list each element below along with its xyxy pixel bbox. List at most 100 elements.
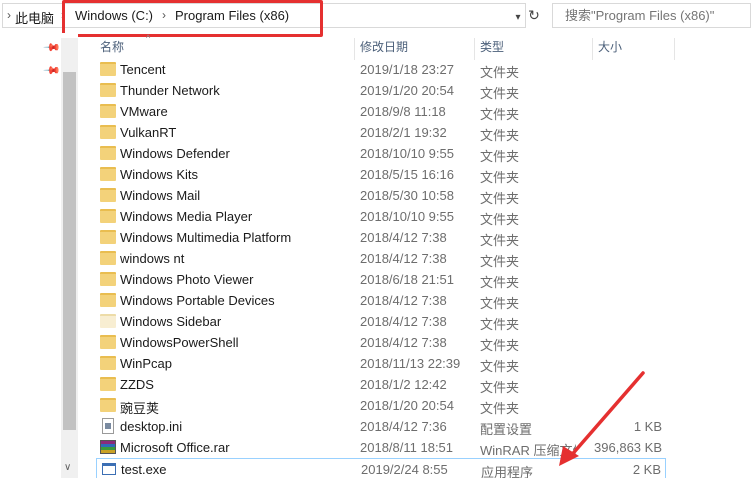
search-box[interactable] [552, 3, 751, 28]
file-name: Windows Mail [120, 188, 201, 203]
file-name: Windows Portable Devices [120, 293, 275, 308]
file-type: 文件夹 [480, 170, 520, 185]
file-row[interactable]: Windows Photo Viewer 2018/6/18 21:51 文件夹 [96, 269, 666, 290]
file-date: 2018/4/12 7:38 [360, 251, 447, 266]
column-header-size[interactable]: 大小 [598, 38, 622, 59]
file-row[interactable]: Windows Sidebar 2018/4/12 7:38 文件夹 [96, 311, 666, 332]
file-row[interactable]: Windows Defender 2018/10/10 9:55 文件夹 [96, 143, 666, 164]
file-type: 文件夹 [480, 233, 520, 248]
rar-archive-icon [100, 440, 116, 454]
file-name: Windows Kits [120, 167, 199, 182]
file-row[interactable]: WindowsPowerShell 2018/4/12 7:38 文件夹 [96, 332, 666, 353]
column-divider[interactable] [474, 38, 475, 60]
settings-file-icon [102, 418, 114, 434]
file-type: 文件夹 [480, 107, 520, 122]
pin-icon[interactable]: 📌 [42, 38, 61, 57]
file-date: 2018/5/15 16:16 [360, 167, 454, 182]
annotation-arrow-icon [559, 371, 645, 466]
file-name: Windows Sidebar [120, 314, 222, 329]
file-date: 2018/4/12 7:38 [360, 335, 447, 350]
folder-icon [100, 167, 116, 181]
file-name: desktop.ini [120, 419, 183, 434]
file-name: Windows Photo Viewer [120, 272, 254, 287]
file-name: ZZDS [120, 377, 154, 392]
column-divider[interactable] [674, 38, 675, 60]
file-row[interactable]: Tencent 2019/1/18 23:27 文件夹 [96, 59, 666, 80]
file-type: 文件夹 [480, 191, 520, 206]
column-header-name[interactable]: 名称 [100, 38, 124, 59]
column-header-type[interactable]: 类型 [480, 38, 504, 59]
file-row[interactable]: Windows Media Player 2018/10/10 9:55 文件夹 [96, 206, 666, 227]
file-date: 2018/4/12 7:36 [360, 419, 447, 434]
file-type: 文件夹 [480, 128, 520, 143]
file-type: 文件夹 [480, 275, 520, 290]
column-divider[interactable] [354, 38, 355, 60]
folder-icon [100, 251, 116, 265]
address-bar-row: › 此电脑 › Windows (C:) › Program Files (x8… [0, 0, 753, 37]
folder-icon [100, 398, 116, 412]
breadcrumb-separator: › [7, 8, 11, 22]
file-row[interactable]: Windows Mail 2018/5/30 10:58 文件夹 [96, 185, 666, 206]
file-type: 文件夹 [480, 317, 520, 332]
folder-icon [100, 104, 116, 118]
file-row[interactable]: Windows Kits 2018/5/15 16:16 文件夹 [96, 164, 666, 185]
refresh-icon[interactable]: ↻ [526, 5, 542, 25]
scrollbar-thumb[interactable] [63, 72, 76, 430]
file-name: Tencent [120, 62, 166, 77]
folder-icon [100, 209, 116, 223]
file-type: 文件夹 [480, 65, 520, 80]
folder-icon [100, 83, 116, 97]
file-date: 2018/5/30 10:58 [360, 188, 454, 203]
file-date: 2018/10/10 9:55 [360, 209, 454, 224]
file-date: 2018/10/10 9:55 [360, 146, 454, 161]
file-name: WindowsPowerShell [120, 335, 239, 350]
file-name: Windows Media Player [120, 209, 253, 224]
file-type: 文件夹 [480, 254, 520, 269]
file-row[interactable]: Windows Portable Devices 2018/4/12 7:38 文件… [96, 290, 666, 311]
file-date: 2018/4/12 7:38 [360, 230, 447, 245]
file-date: 2018/4/12 7:38 [360, 314, 447, 329]
file-date: 2018/2/1 19:32 [360, 125, 447, 140]
file-date: 2018/4/12 7:38 [360, 293, 447, 308]
scroll-down-icon[interactable]: ∨ [64, 462, 71, 473]
file-type: 文件夹 [480, 338, 520, 353]
file-row[interactable]: windows nt 2018/4/12 7:38 文件夹 [96, 248, 666, 269]
folder-icon [100, 146, 116, 160]
file-date: 2018/8/11 18:51 [360, 440, 454, 455]
folder-icon [100, 356, 116, 370]
file-name: Windows Defender [120, 146, 230, 161]
folder-icon [100, 188, 116, 202]
sort-caret-icon: ^ [146, 33, 151, 43]
folder-icon [100, 230, 116, 244]
file-type: 文件夹 [480, 212, 520, 227]
file-name: Thunder Network [120, 83, 220, 98]
file-row[interactable]: VMware 2018/9/8 11:18 文件夹 [96, 101, 666, 122]
file-date: 2018/1/20 20:54 [360, 398, 454, 413]
breadcrumb-this-pc[interactable]: 此电脑 [15, 8, 54, 27]
chevron-down-icon[interactable]: ▾ [511, 9, 525, 27]
file-date: 2018/1/2 12:42 [360, 377, 447, 392]
file-name: Windows Multimedia Platform [120, 230, 292, 245]
file-name: WinPcap [120, 356, 173, 371]
file-name: windows nt [120, 251, 185, 266]
file-date: 2018/6/18 21:51 [360, 272, 454, 287]
file-type: 文件夹 [480, 296, 520, 311]
file-name: 豌豆荚 [120, 401, 160, 416]
file-row[interactable]: Windows Multimedia Platform 2018/4/12 7:3… [96, 227, 666, 248]
folder-icon [100, 377, 116, 391]
file-name: VMware [120, 104, 168, 119]
file-row[interactable]: Thunder Network 2019/1/20 20:54 文件夹 [96, 80, 666, 101]
folder-icon-light [100, 314, 116, 328]
folder-icon [100, 125, 116, 139]
file-date: 2019/2/24 8:55 [361, 462, 448, 477]
file-row[interactable]: VulkanRT 2018/2/1 19:32 文件夹 [96, 122, 666, 143]
pin-icon[interactable]: 📌 [42, 61, 61, 80]
folder-icon [100, 62, 116, 76]
column-header-date[interactable]: 修改日期 [360, 38, 408, 59]
file-type: 文件夹 [480, 86, 520, 101]
column-divider[interactable] [592, 38, 593, 60]
file-date: 2018/11/13 22:39 [360, 356, 461, 371]
file-name: test.exe [121, 462, 167, 477]
search-input[interactable] [565, 8, 750, 23]
folder-icon [100, 335, 116, 349]
